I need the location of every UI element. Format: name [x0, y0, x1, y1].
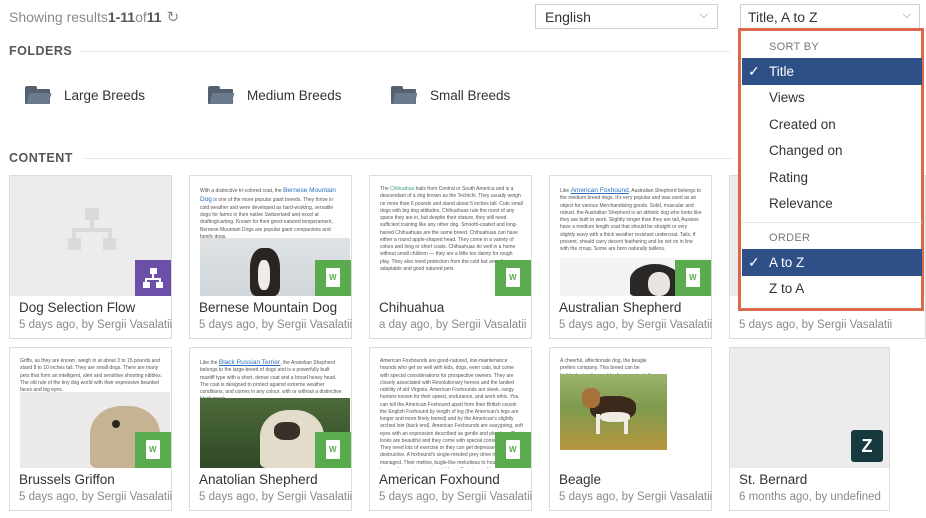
sort-option-relevance[interactable]: Relevance [742, 191, 922, 218]
card-title: Chihuahua [379, 300, 445, 315]
content-card-st-bernard[interactable]: Z St. Bernard 6 months ago, by undefined [729, 347, 890, 511]
folder-icon [208, 86, 235, 104]
zendesk-icon: Z [851, 430, 883, 462]
folder-icon [391, 86, 418, 104]
order-header: ORDER [769, 232, 811, 244]
document-icon: W [495, 260, 531, 296]
card-meta: 5 days ago, by Sergii Vasalatii [199, 491, 353, 503]
folder-label: Medium Breeds [247, 87, 342, 103]
checkmark-icon: ✓ [748, 63, 760, 79]
document-icon: W [315, 260, 351, 296]
card-meta: 6 months ago, by undefined [739, 491, 881, 503]
folder-label: Small Breeds [430, 87, 511, 103]
sort-option-created-on[interactable]: Created on [742, 111, 922, 138]
order-option-z-to-a[interactable]: Z to A [742, 276, 922, 303]
refresh-icon[interactable]: ↻ [167, 8, 180, 26]
card-thumbnail: A cheerful, affectionate dog, the beagle… [550, 348, 711, 468]
card-title: Anatolian Shepherd [199, 472, 318, 487]
flow-icon [135, 260, 171, 296]
sort-select[interactable]: Title, A to Z ⌵ [740, 4, 920, 29]
card-thumbnail: Griffs, as they are known, weigh in at a… [10, 348, 171, 468]
content-card-anatolian-shepherd[interactable]: Like the Black Russian Terrier, the Anat… [189, 347, 352, 511]
document-icon: W [495, 432, 531, 468]
document-icon: W [675, 260, 711, 296]
card-thumbnail: With a distinctive tri-colored coat, the… [190, 176, 351, 296]
folder-medium-breeds[interactable]: Medium Breeds [208, 86, 342, 104]
sort-option-changed-on[interactable]: Changed on [742, 138, 922, 165]
sort-option-rating[interactable]: Rating [742, 164, 922, 191]
content-card-bernese-mountain-dog[interactable]: With a distinctive tri-colored coat, the… [189, 175, 352, 339]
document-preview-text: With a distinctive tri-colored coat, the… [200, 187, 336, 240]
chevron-down-icon: ⌵ [902, 9, 911, 21]
folder-icon [25, 86, 52, 104]
card-meta: 5 days ago, by Sergii Vasalatii [379, 491, 533, 503]
content-card-american-foxhound[interactable]: American Foxhounds are good-natured, low… [369, 347, 532, 511]
card-thumbnail: The Chihuahua hails from Central or Sout… [370, 176, 531, 296]
card-title: American Foxhound [379, 472, 500, 487]
content-card-beagle[interactable]: A cheerful, affectionate dog, the beagle… [549, 347, 712, 511]
card-thumbnail: American Foxhounds are good-natured, low… [370, 348, 531, 468]
document-preview-text: Like the Black Russian Terrier, the Anat… [200, 359, 342, 402]
card-title: Australian Shepherd [559, 300, 682, 315]
content-card-brussels-griffon[interactable]: Griffs, as they are known, weigh in at a… [9, 347, 172, 511]
language-select-value: English [545, 9, 591, 25]
card-title: Beagle [559, 472, 602, 487]
content-card-chihuahua[interactable]: The Chihuahua hails from Central or Sout… [369, 175, 532, 339]
card-title: Brussels Griffon [19, 472, 115, 487]
results-of: of [135, 9, 147, 25]
card-thumbnail: Like the Black Russian Terrier, the Anat… [190, 348, 351, 468]
results-summary: Showing results 1-11 of 11 ↻ [9, 8, 179, 26]
folder-small-breeds[interactable]: Small Breeds [391, 86, 510, 104]
order-option-a-to-z[interactable]: ✓ A to Z [742, 249, 922, 276]
content-divider [84, 158, 734, 159]
card-thumbnail [10, 176, 171, 296]
card-meta: a day ago, by Sergii Vasalatii [379, 319, 527, 331]
card-meta: 5 days ago, by Sergii Vasalatii [559, 319, 713, 331]
folders-divider [80, 51, 730, 52]
sort-option-views[interactable]: Views [742, 85, 922, 112]
sort-select-value: Title, A to Z [748, 9, 818, 25]
card-meta: 5 days ago, by Sergii Vasalatii [739, 319, 893, 331]
card-meta: 5 days ago, by Sergii Vasalatii [19, 491, 173, 503]
card-title: Dog Selection Flow [19, 300, 136, 315]
sort-option-title[interactable]: ✓ Title [742, 58, 922, 85]
card-thumbnail: Z [730, 348, 889, 468]
card-title: Bernese Mountain Dog [199, 300, 338, 315]
card-meta: 5 days ago, by Sergii Vasalatii [199, 319, 353, 331]
card-meta: 5 days ago, by Sergii Vasalatii [559, 491, 713, 503]
document-preview-text: Griffs, as they are known, weigh in at a… [20, 358, 163, 393]
dropdown-divider [742, 222, 922, 223]
sort-dropdown-menu: SORT BY ✓ Title Views Created on Changed… [738, 28, 924, 311]
document-icon: W [135, 432, 171, 468]
card-title: St. Bernard [739, 472, 808, 487]
sort-by-header: SORT BY [769, 41, 819, 53]
diagram-icon [68, 208, 116, 252]
content-card-australian-shepherd[interactable]: Like American Foxhound, Australian Sheph… [549, 175, 712, 339]
card-thumbnail: Like American Foxhound, Australian Sheph… [550, 176, 711, 296]
results-range: 1-11 [107, 9, 136, 25]
chevron-down-icon: ⌵ [699, 9, 708, 21]
document-icon: W [315, 432, 351, 468]
folder-large-breeds[interactable]: Large Breeds [25, 86, 145, 104]
results-prefix: Showing results [9, 9, 108, 25]
language-select[interactable]: English ⌵ [535, 4, 718, 29]
content-card-dog-selection-flow[interactable]: Dog Selection Flow 5 days ago, by Sergii… [9, 175, 172, 339]
content-heading: CONTENT [9, 151, 73, 165]
folder-label: Large Breeds [64, 87, 146, 103]
folders-heading: FOLDERS [9, 44, 73, 58]
card-meta: 5 days ago, by Sergii Vasalatii [19, 319, 173, 331]
document-preview-text: Like American Foxhound, Australian Sheph… [560, 187, 702, 253]
dog-photo [560, 374, 667, 450]
checkmark-icon: ✓ [748, 254, 760, 270]
results-total: 11 [146, 9, 162, 25]
